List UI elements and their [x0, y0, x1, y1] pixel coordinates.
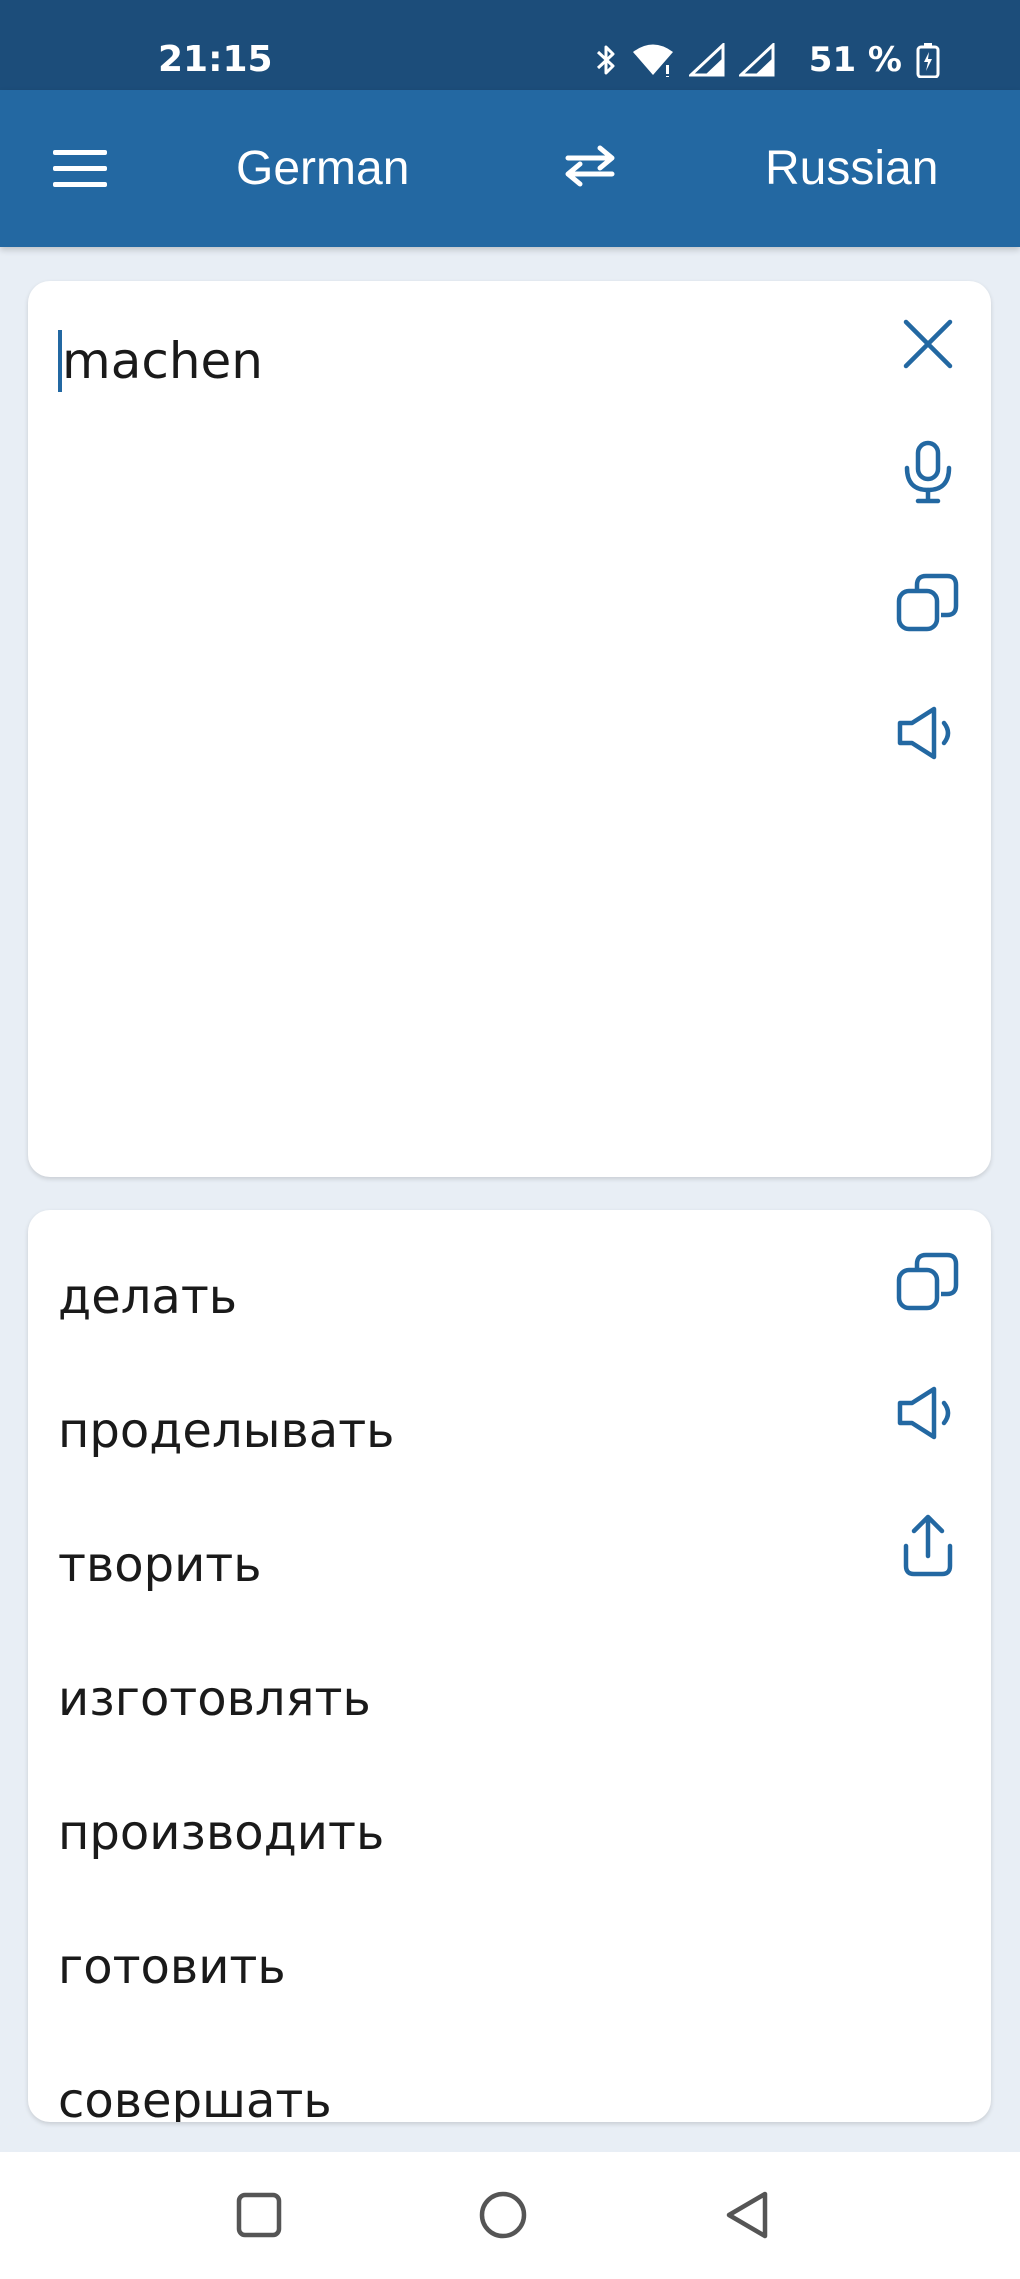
- copy-icon: [896, 571, 960, 639]
- translation-item[interactable]: изготовлять: [58, 1632, 394, 1766]
- microphone-button[interactable]: [888, 434, 968, 514]
- speaker-button[interactable]: [888, 695, 968, 775]
- copy-icon: [896, 1250, 960, 1318]
- status-time: 21:15: [158, 39, 273, 80]
- speaker-icon: [896, 705, 960, 765]
- target-language-selector[interactable]: Russian: [765, 90, 938, 247]
- source-text: machen: [62, 332, 263, 390]
- translation-item[interactable]: производить: [58, 1766, 394, 1900]
- speak-translation-button[interactable]: [888, 1375, 968, 1455]
- input-card: machen: [28, 281, 991, 1177]
- translation-item[interactable]: делать: [58, 1230, 394, 1364]
- home-button[interactable]: [458, 2172, 548, 2262]
- copy-button[interactable]: [888, 565, 968, 645]
- translation-list: делать проделывать творить изготовлять п…: [58, 1230, 394, 2122]
- bluetooth-icon: [595, 42, 617, 78]
- app-bar: German Russian: [0, 90, 1020, 247]
- clear-icon: [902, 318, 954, 374]
- back-button[interactable]: [702, 2172, 792, 2262]
- signal-icon: [738, 43, 775, 77]
- signal-icon: [688, 43, 725, 77]
- menu-icon: [53, 148, 107, 192]
- share-icon: [900, 1512, 956, 1582]
- source-text-input[interactable]: machen: [58, 321, 858, 401]
- back-icon: [723, 2190, 771, 2244]
- translation-item[interactable]: творить: [58, 1498, 394, 1632]
- output-card: делать проделывать творить изготовлять п…: [28, 1210, 991, 2122]
- recents-button[interactable]: [214, 2172, 304, 2262]
- battery-icon: [916, 42, 940, 78]
- menu-button[interactable]: [40, 130, 120, 210]
- home-icon: [478, 2190, 528, 2244]
- swap-languages-button[interactable]: [550, 128, 630, 208]
- wifi-icon: [631, 43, 675, 77]
- swap-icon: [562, 144, 618, 192]
- source-language-selector[interactable]: German: [236, 90, 409, 247]
- translation-item[interactable]: проделывать: [58, 1364, 394, 1498]
- microphone-icon: [901, 440, 955, 508]
- share-button[interactable]: [888, 1507, 968, 1587]
- battery-percentage: 51 %: [808, 40, 902, 80]
- status-bar: 21:15 51 %: [0, 0, 1020, 90]
- translation-item[interactable]: готовить: [58, 1900, 394, 2034]
- status-icons: 51 %: [595, 36, 940, 84]
- translation-item[interactable]: совершать: [58, 2034, 394, 2122]
- speaker-icon: [896, 1385, 960, 1445]
- navigation-bar: [0, 2152, 1020, 2279]
- recents-icon: [235, 2191, 283, 2243]
- copy-translation-button[interactable]: [888, 1244, 968, 1324]
- clear-button[interactable]: [888, 306, 968, 386]
